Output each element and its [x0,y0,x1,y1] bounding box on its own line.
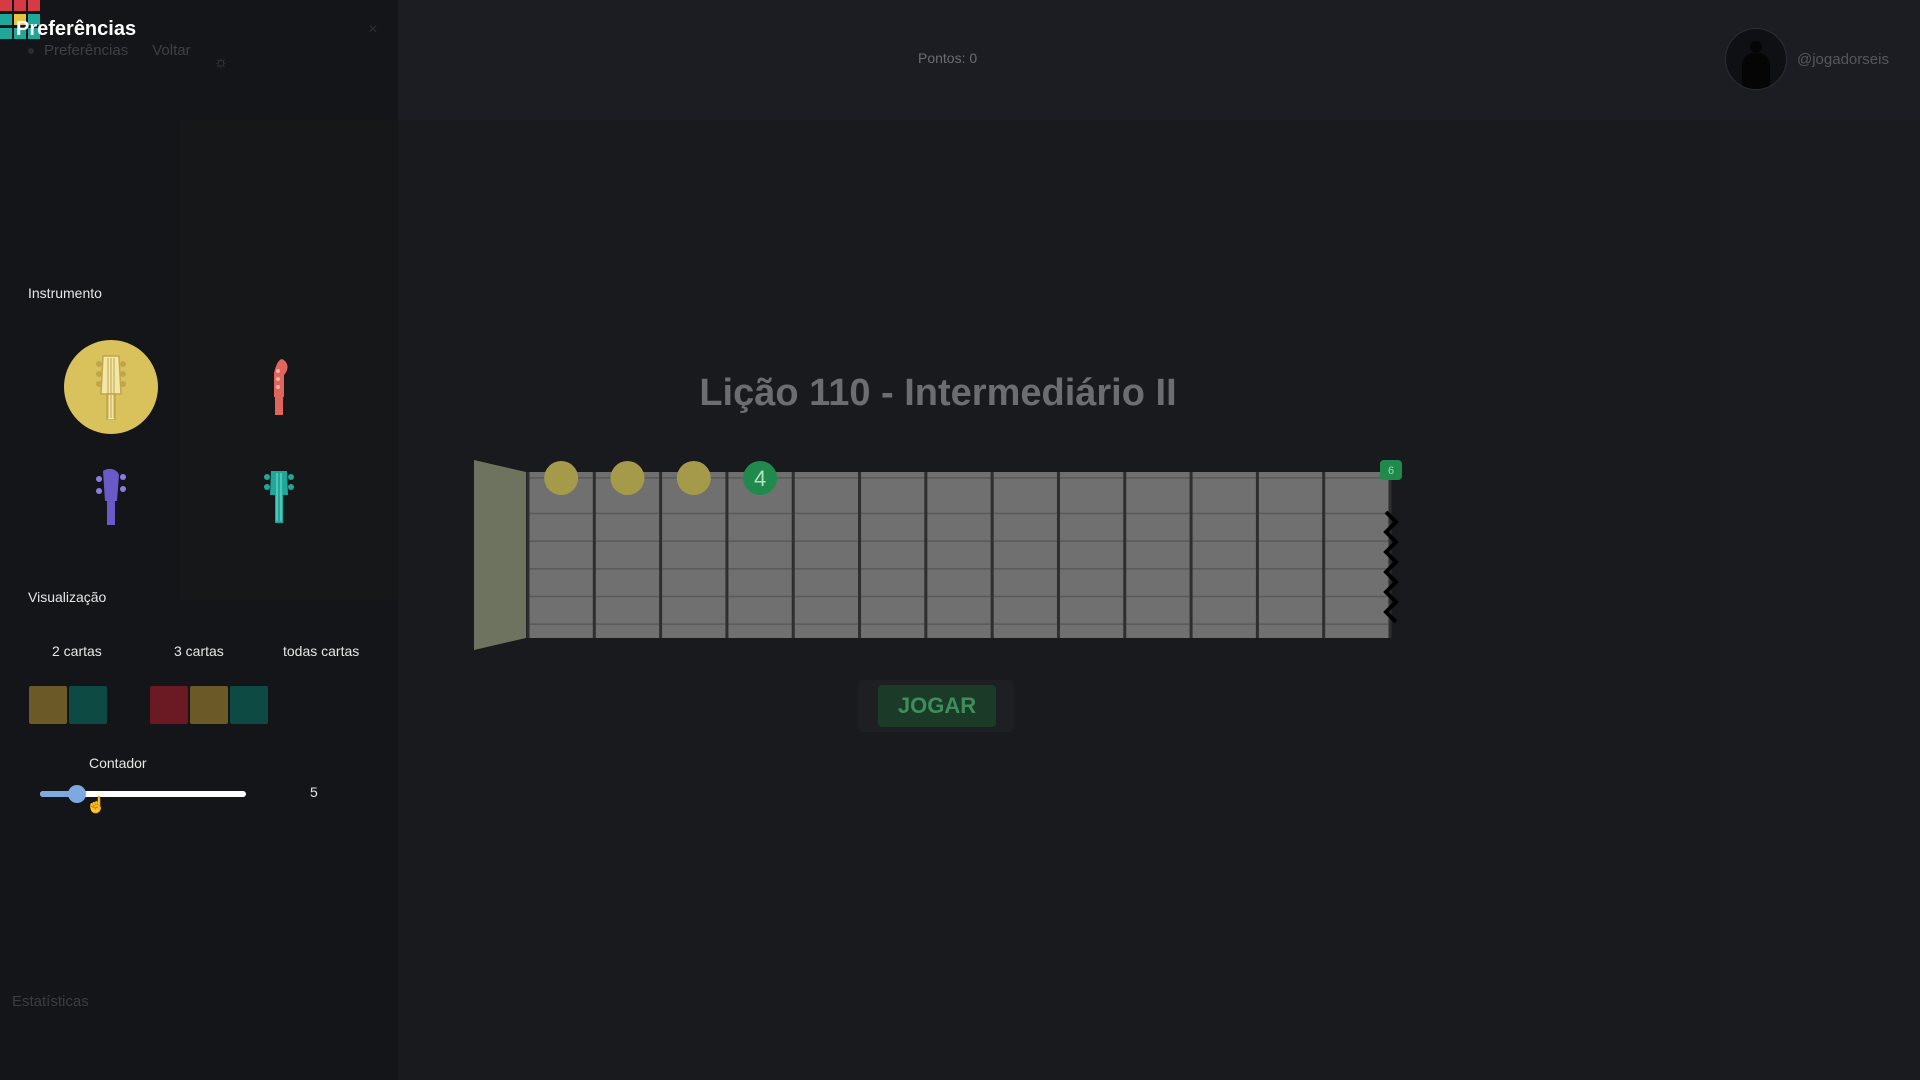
lesson-title: Lição 110 - Intermediário II [699,372,1177,414]
breadcrumb-preferences[interactable]: Preferências [44,42,128,59]
instrument-option-acoustic-guitar[interactable] [64,340,158,434]
top-bar: Pontos: 0 @jogadorseis [398,0,1920,120]
instrument-label: Instrumento [28,285,102,301]
card-swatch [0,28,12,39]
electric-guitar-headstock-icon [274,359,288,415]
preferences-sidebar: Preferências Preferências Voltar ☼ ✕ Ins… [0,0,398,1080]
instrument-option-bass[interactable] [64,450,158,544]
hand-cursor-icon: ☝ [86,797,106,814]
counter-value: 5 [310,784,318,800]
sun-icon[interactable]: ☼ [212,54,230,72]
card-swatch [190,686,228,724]
ukulele-headstock-icon [264,471,294,523]
card-swatch [28,0,40,11]
nut-block [474,460,526,650]
statistics-link[interactable]: Estatísticas [12,993,89,1010]
card-swatch [0,14,12,25]
username[interactable]: @jogadorseis [1797,51,1889,68]
card-option-2-cards[interactable] [29,686,107,726]
counter-slider-thumb[interactable] [68,785,87,803]
note-marker [610,461,645,495]
instrument-option-ukulele[interactable] [232,450,326,544]
card-option-label-all: todas cartas [283,643,360,659]
points-counter: Pontos: 0 [918,50,978,66]
breadcrumb: Preferências Voltar [44,42,191,59]
note-marker-label: 4 [754,466,766,491]
visualization-label: Visualização [28,589,107,605]
instrument-option-electric-guitar[interactable] [232,340,326,434]
user-profile[interactable]: @jogadorseis [1725,28,1889,90]
note-marker [544,461,579,495]
bass-headstock-icon [96,468,126,525]
card-swatch [69,686,107,724]
breadcrumb-back[interactable]: Voltar [152,42,190,59]
fretboard: 46 [474,460,1402,650]
counter-label: Contador [89,755,147,771]
card-option-label-2: 2 cartas [52,643,102,659]
card-swatch [230,686,268,724]
card-option-3-cards[interactable] [150,686,268,726]
note-marker [676,461,711,495]
card-option-label-3: 3 cartas [174,643,224,659]
fretboard-body [528,472,1390,638]
card-swatch [150,686,188,724]
card-swatch [0,0,12,11]
main-area: Pontos: 0 @jogadorseis Lição 110 - Inter… [398,0,1920,1080]
breadcrumb-icon [28,48,34,54]
right-panel [1720,120,1920,1080]
card-swatch [14,0,26,11]
guitar-player-avatar-icon[interactable] [1725,28,1787,90]
play-button-container: JOGAR [858,680,1014,732]
play-button[interactable]: JOGAR [878,685,996,727]
close-icon[interactable]: ✕ [368,22,378,36]
end-badge-label: 6 [1388,465,1394,477]
sidebar-title: Preferências [16,18,137,40]
card-swatch [29,686,67,724]
acoustic-guitar-headstock-icon [96,355,126,420]
